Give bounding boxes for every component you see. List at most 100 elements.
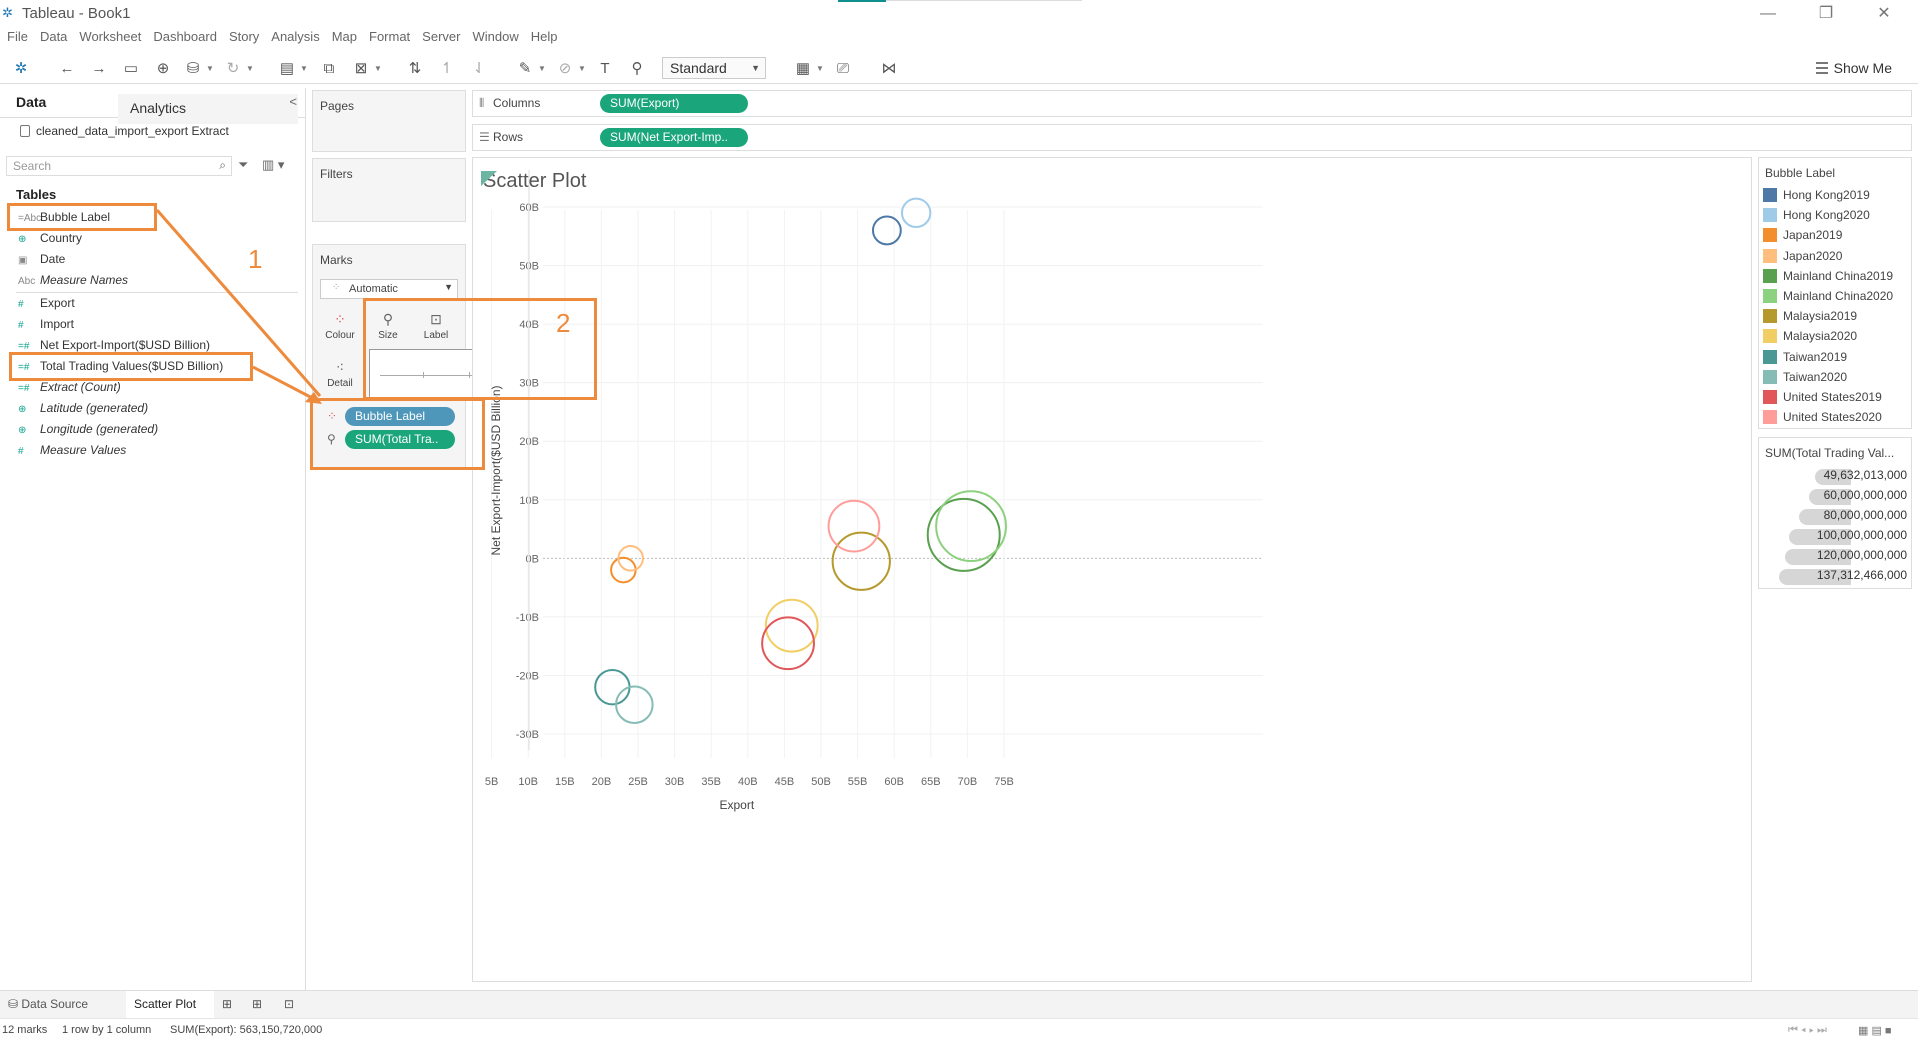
tableau-home-icon[interactable]: ✲ [10,58,32,80]
size-legend-item[interactable]: 100,000,000,000 [1761,528,1907,545]
field-type-icon: ▣ [18,255,28,266]
colour-legend-item[interactable]: Mainland China2020 [1763,289,1893,303]
chevron-down-icon: ▼ [444,282,453,292]
datasource-icon: ⛁ [8,997,22,1011]
scatter-chart[interactable]: 60B50B40B30B20B10B0B-10B-20B-30B0B5B10B1… [473,158,1753,983]
duplicate-sheet-icon[interactable]: ⧉ [318,58,340,80]
new-worksheet-icon[interactable]: ▤ [276,58,298,80]
close-button[interactable]: ✕ [1869,3,1899,25]
tab-scatter-plot[interactable]: Scatter Plot [126,991,214,1019]
menu-map[interactable]: Map [332,29,357,44]
columns-shelf[interactable]: ⦀ Columns SUM(Export) [472,90,1912,117]
pages-card[interactable]: Pages [312,90,466,152]
size-legend-value: 80,000,000,000 [1823,508,1907,522]
redo-icon[interactable]: → [88,58,110,80]
undo-icon[interactable]: ← [56,58,78,80]
net-export-pill[interactable]: SUM(Net Export-Imp.. [600,128,748,147]
field-item[interactable]: ⊕ Latitude (generated) [18,401,148,419]
menu-dashboard[interactable]: Dashboard [153,29,217,44]
colour-legend-item[interactable]: Taiwan2019 [1763,349,1847,364]
menu-window[interactable]: Window [472,29,518,44]
tab-data-source[interactable]: ⛁ Data Source [8,997,88,1011]
filters-card[interactable]: Filters [312,158,466,222]
restore-button[interactable]: ❐ [1811,3,1841,25]
menu-help[interactable]: Help [531,29,558,44]
field-type-icon: =# [18,341,30,352]
colour-legend-item[interactable]: United States2019 [1763,390,1882,404]
filter-icon[interactable]: ⏷ [238,157,248,173]
fit-dropdown[interactable]: Standard ▼ [662,57,766,79]
sheet-nav-icons[interactable]: ⏮ ◂ ▸ ⏭ [1788,1024,1827,1037]
colour-legend-item[interactable]: Hong Kong2019 [1763,188,1870,202]
datasource-item[interactable]: cleaned_data_import_export Extract [20,124,229,138]
field-item[interactable]: Abc Measure Names [18,273,128,291]
size-legend-item[interactable]: 60,000,000,000 [1761,488,1907,505]
field-type-icon: Abc [18,276,36,287]
x-tick-label: 20B [592,776,612,788]
field-item[interactable]: ⊕ Country [18,231,82,249]
size-legend-item[interactable]: 120,000,000,000 [1761,548,1907,565]
detail-button[interactable]: ⁖ Detail [320,355,360,395]
new-datasource-icon[interactable]: ⊕ [152,58,174,80]
share-icon[interactable]: ⋈ [878,58,900,80]
view-options-icon[interactable]: ▥ ▾ [262,157,284,173]
group-icon[interactable]: ⊘ [554,58,576,80]
menu-format[interactable]: Format [369,29,410,44]
view-mode-icons[interactable]: ▦ ▤ ■ [1858,1024,1892,1037]
automatic-mark-icon: ⁘ [332,282,341,293]
colour-legend: Bubble Label Hong Kong2019 Hong Kong2020 J… [1758,157,1912,429]
field-item[interactable]: ⊕ Longitude (generated) [18,422,158,440]
colour-legend-item[interactable]: Malaysia2019 [1763,309,1857,324]
field-item[interactable]: # Export [18,296,75,314]
tab-analytics[interactable]: Analytics [118,94,298,124]
new-story-tab-icon[interactable]: ⊡ [284,997,294,1011]
field-item[interactable]: # Measure Values [18,443,126,461]
new-worksheet-tab-icon[interactable]: ⊞ [222,997,232,1011]
colour-legend-item[interactable]: United States2020 [1763,410,1882,425]
field-item[interactable]: # Import [18,317,74,335]
colour-legend-item[interactable]: Japan2019 [1763,228,1842,243]
menu-server[interactable]: Server [422,29,460,44]
colour-legend-item[interactable]: Japan2020 [1763,248,1842,263]
colour-legend-item[interactable]: Hong Kong2020 [1763,208,1870,223]
swap-icon[interactable]: ⇅ [404,58,426,80]
rows-shelf[interactable]: ☰ Rows SUM(Net Export-Imp.. [472,124,1912,151]
colour-legend-item[interactable]: Mainland China2019 [1763,268,1894,283]
search-input[interactable]: Search ⌕ [6,156,232,176]
minimize-button[interactable]: — [1753,3,1783,25]
size-legend-value: 49,632,013,000 [1823,468,1907,482]
menu-analysis[interactable]: Analysis [271,29,319,44]
export-pill[interactable]: SUM(Export) [600,94,748,113]
menu-file[interactable]: File [7,29,28,44]
colour-button[interactable]: ⁘ Colour [320,307,360,347]
menu-worksheet[interactable]: Worksheet [79,29,141,44]
highlight-icon[interactable]: ✎ [514,58,536,80]
colour-legend-item[interactable]: Taiwan2020 [1763,369,1847,384]
size-legend-item[interactable]: 49,632,013,000 [1761,468,1907,485]
legend-label: Mainland China2019 [1783,268,1894,283]
mark-type-value: Automatic [349,283,398,295]
field-item[interactable]: =# Extract (Count) [18,380,121,398]
tab-data[interactable]: Data [16,94,46,110]
mark-type-dropdown[interactable]: ⁘ Automatic ▼ [320,279,458,299]
presentation-mode-icon[interactable]: ⎚ [832,58,854,80]
save-icon[interactable]: ▭ [120,58,142,80]
new-dashboard-tab-icon[interactable]: ⊞ [252,997,262,1011]
pause-updates-icon[interactable]: ⛁ [182,58,204,80]
sort-descending-icon[interactable]: ⇃ [468,58,490,80]
menu-data[interactable]: Data [40,29,67,44]
legend-swatch [1763,369,1777,384]
refresh-icon[interactable]: ↻ [222,58,244,80]
collapse-pane-icon[interactable]: < [289,94,297,109]
fix-axes-icon[interactable]: ⚲ [626,58,648,80]
clear-sheet-icon[interactable]: ⊠ [350,58,372,80]
show-cards-icon[interactable]: ▦ [792,58,814,80]
size-legend-item[interactable]: 80,000,000,000 [1761,508,1907,525]
size-legend-item[interactable]: 137,312,466,000 [1761,568,1907,585]
menu-story[interactable]: Story [229,29,259,44]
field-item[interactable]: ▣ Date [18,252,65,270]
sort-ascending-icon[interactable]: ↿ [436,58,458,80]
show-me-button[interactable]: Show Me [1815,60,1892,76]
show-labels-icon[interactable]: T [594,58,616,80]
colour-legend-item[interactable]: Malaysia2020 [1763,329,1857,344]
